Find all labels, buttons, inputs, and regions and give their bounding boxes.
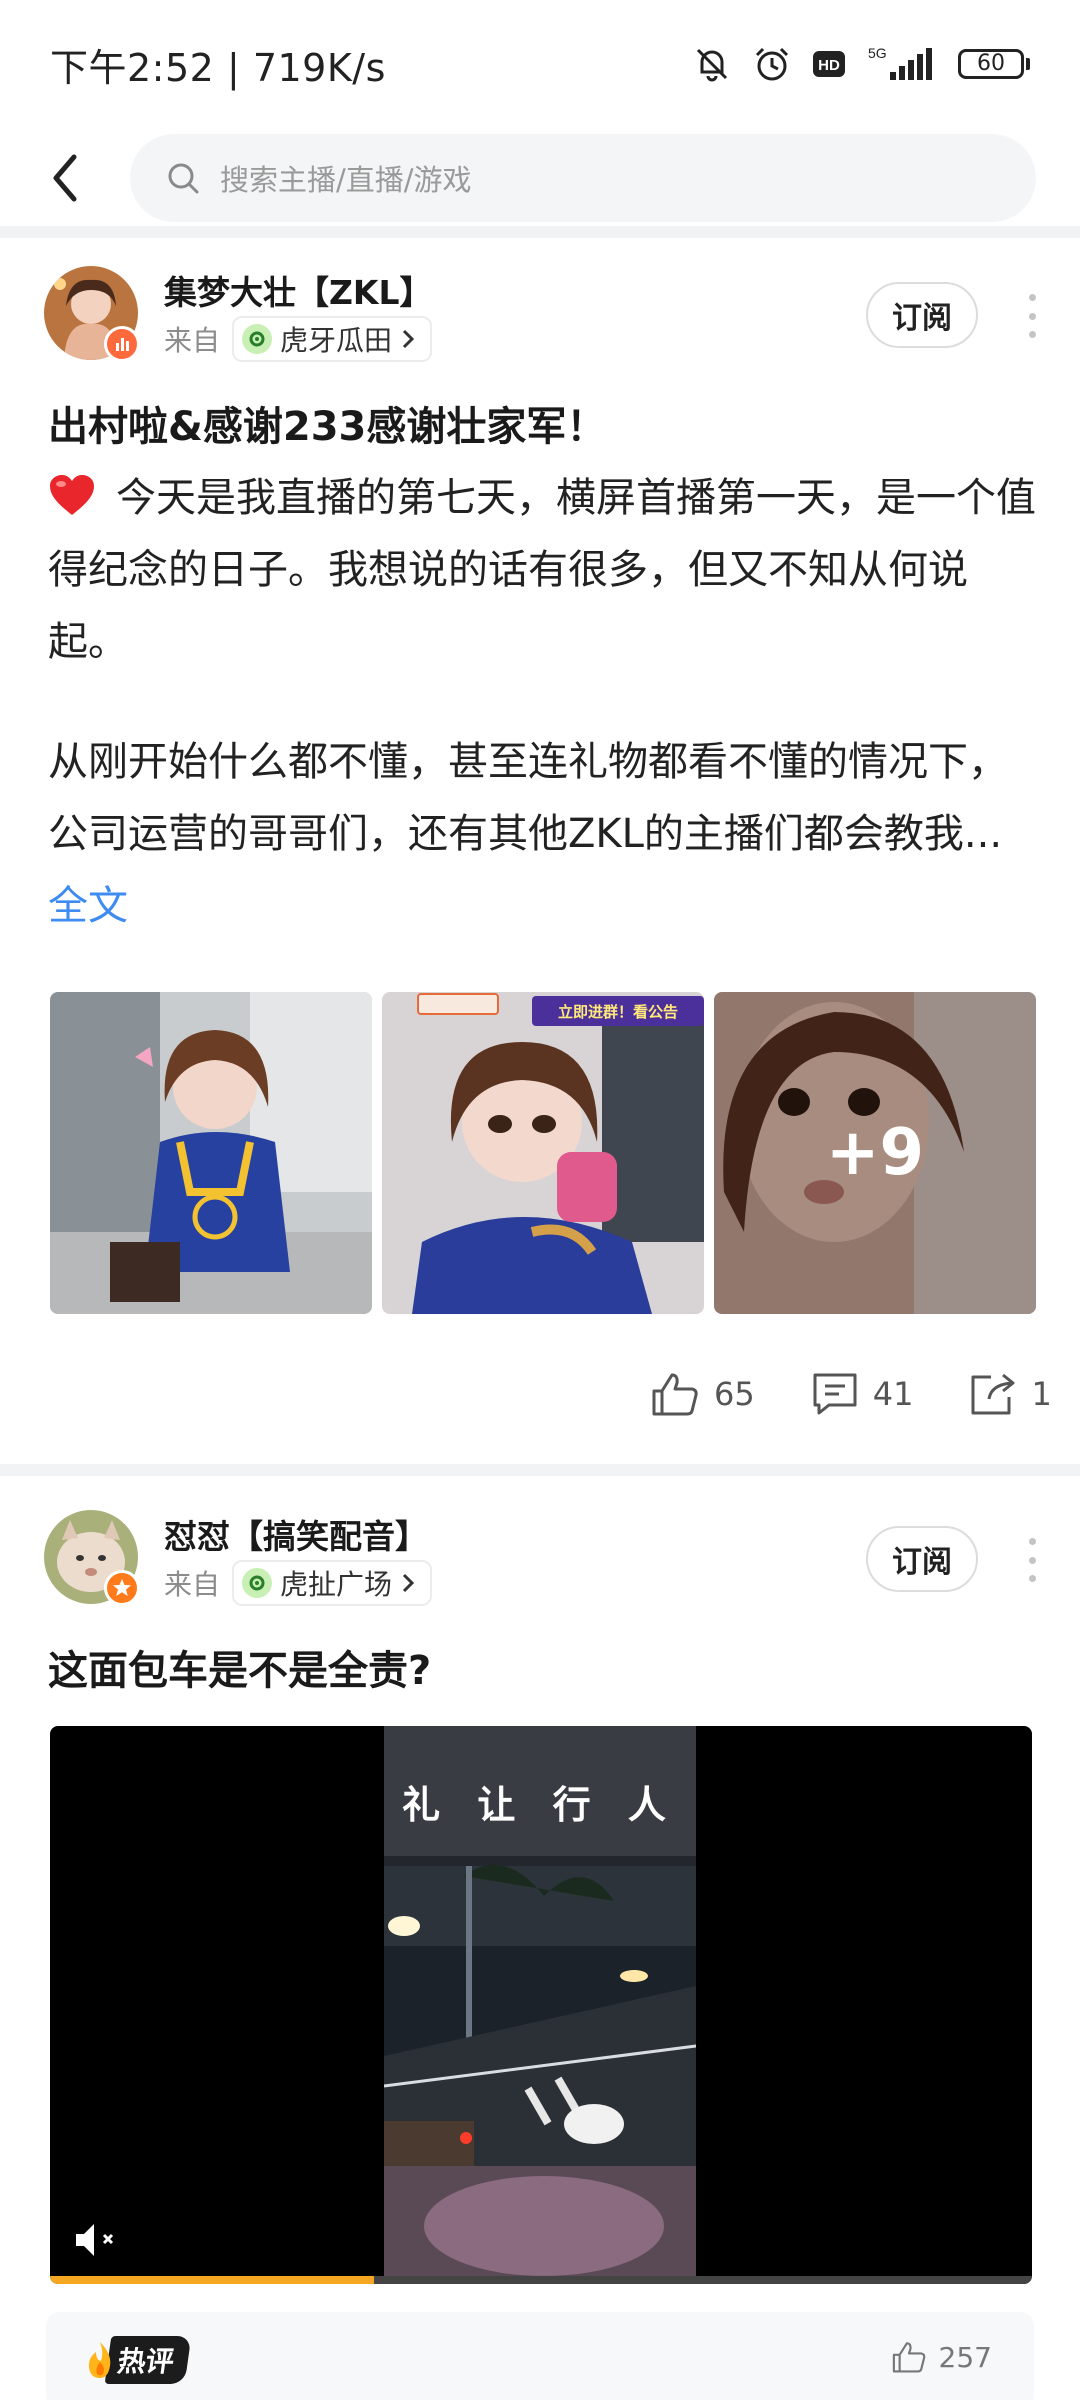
video-player[interactable]: 礼 让 行 人 (50, 1726, 1032, 2284)
thumbs-up-icon (652, 1373, 698, 1416)
video-caption: 礼 让 行 人 (402, 1783, 678, 1827)
status-time: 下午2:52 (50, 45, 215, 90)
status-net-speed: 719K/s (252, 45, 386, 90)
post-body-paragraph-1: 今天是我直播的第七天，横屏首播第一天，是一个值得纪念的日子。我想说的话有很多，但… (48, 475, 1036, 665)
post-body[interactable]: 今天是我直播的第七天，横屏首播第一天，是一个值得纪念的日子。我想说的话有很多，但… (48, 462, 1038, 942)
community-icon (242, 324, 273, 354)
search-header: 搜索主播/直播/游戏 (0, 128, 1080, 228)
from-label: 来自 (164, 1568, 221, 1601)
alarm-icon (752, 44, 792, 84)
more-options-icon[interactable] (1022, 294, 1042, 338)
image-grid: 立即进群！看公告 +9 (50, 992, 1036, 1314)
chevron-right-icon (402, 1573, 415, 1593)
source-chip[interactable]: 虎牙瓜田 (232, 316, 433, 362)
hot-comment-badge: 热评 (84, 2336, 192, 2384)
video-progress-fill (50, 2276, 375, 2284)
divider (0, 226, 1080, 238)
community-icon (242, 1568, 273, 1598)
hot-comment-label: 热评 (104, 2336, 192, 2384)
subscribe-button[interactable]: 订阅 (866, 282, 978, 348)
status-bar: 下午2:52 | 719K/s HD 5G 60 (0, 0, 1080, 128)
post-body-paragraph-2: 从刚开始什么都不懂，甚至连礼物都看不懂的情况下，公司运营的哥哥们，还有其他ZKL… (48, 739, 1008, 857)
subscribe-button[interactable]: 订阅 (866, 1526, 978, 1592)
like-count: 65 (714, 1375, 755, 1413)
bell-muted-icon (692, 44, 732, 84)
like-button[interactable]: 65 (650, 1371, 755, 1417)
search-input[interactable]: 搜索主播/直播/游戏 (130, 134, 1036, 222)
verified-star-icon (104, 1570, 140, 1606)
video-content: 礼 让 行 人 (384, 1726, 696, 2284)
status-icons: HD 5G 60 (692, 44, 1030, 84)
avatar[interactable] (44, 1510, 140, 1606)
live-badge-icon (104, 326, 140, 362)
image-banner-text: 立即进群！看公告 (558, 1003, 678, 1021)
video-progress-bar[interactable] (50, 2276, 1032, 2284)
post-image-2[interactable]: 立即进群！看公告 (382, 992, 704, 1314)
share-icon (971, 1373, 1015, 1415)
from-label: 来自 (164, 324, 221, 357)
divider (0, 1464, 1080, 1476)
hot-comment-like-count: 257 (938, 2340, 992, 2374)
5g-signal-icon: 5G (866, 44, 938, 84)
share-count: 1 (1031, 1375, 1052, 1413)
author-name[interactable]: 集梦大壮【ZKL】 (164, 266, 433, 314)
avatar[interactable] (44, 266, 140, 362)
svg-text:HD: HD (818, 57, 840, 74)
post-title[interactable]: 出村啦&感谢233感谢壮家军！ (48, 394, 606, 452)
back-button[interactable] (0, 128, 130, 228)
post-image-3[interactable]: +9 (714, 992, 1036, 1314)
hot-comment-bar[interactable]: 热评 257 (46, 2312, 1034, 2400)
mute-button[interactable] (72, 2220, 122, 2264)
comment-count: 41 (872, 1375, 914, 1413)
network-type-text: 5G (868, 45, 887, 61)
author-name[interactable]: 怼怼【搞笑配音】 (164, 1510, 428, 1558)
more-images-count: +9 (825, 1116, 925, 1190)
search-placeholder: 搜索主播/直播/游戏 (220, 163, 472, 197)
battery-icon: 60 (958, 49, 1030, 79)
status-time-speed: 下午2:52 | 719K/s (50, 45, 386, 90)
source-row: 来自 虎扯广场 (164, 1560, 433, 1606)
more-options-icon[interactable] (1022, 1538, 1042, 1582)
post-title[interactable]: 这面包车是不是全责? (48, 1638, 431, 1696)
hot-comment-like-button[interactable]: 257 (891, 2340, 992, 2374)
volume-muted-icon (76, 2224, 114, 2256)
source-name: 虎牙瓜田 (280, 324, 393, 357)
chevron-left-icon (53, 154, 77, 202)
search-icon (168, 163, 199, 194)
thumbs-up-icon (892, 2342, 925, 2373)
battery-level: 60 (958, 49, 1024, 79)
comment-icon (813, 1373, 857, 1415)
chevron-right-icon (402, 329, 415, 349)
post-actions: 65 41 1 (650, 1364, 1052, 1424)
post-image-1[interactable] (50, 992, 372, 1314)
source-name: 虎扯广场 (280, 1568, 393, 1601)
read-more-link[interactable]: 全文 (48, 883, 128, 929)
comment-button[interactable]: 41 (811, 1371, 914, 1417)
heart-emoji-icon (50, 475, 94, 515)
share-button[interactable]: 1 (969, 1371, 1052, 1417)
source-chip[interactable]: 虎扯广场 (232, 1560, 433, 1606)
flame-icon (88, 2342, 111, 2378)
hd-icon: HD (812, 47, 846, 81)
source-row: 来自 虎牙瓜田 (164, 316, 433, 362)
